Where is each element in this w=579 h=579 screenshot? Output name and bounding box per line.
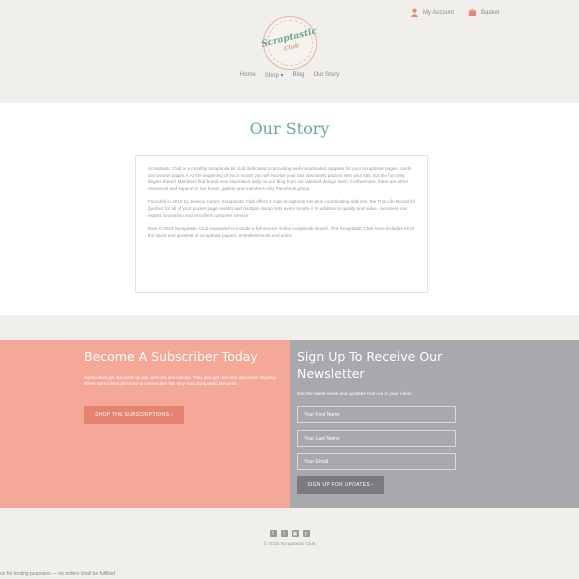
story-paragraph: Founded in 2010 by Jessica Carter, Scrap…: [148, 199, 415, 218]
my-account-label: My Account: [423, 9, 455, 16]
site-logo[interactable]: Scraptastic Club: [260, 16, 318, 70]
social-links: f t ▣ p: [0, 530, 579, 537]
pinterest-icon[interactable]: p: [302, 530, 310, 537]
basket-icon: [468, 8, 477, 17]
story-paragraph: Scraptastic Club is a monthly scrapbook …: [148, 166, 412, 191]
nav-item-blog[interactable]: Blog: [293, 72, 305, 79]
email-input[interactable]: Your Email: [297, 453, 456, 470]
store-notice: ce for testing purposes — no orders shal…: [0, 571, 116, 577]
subscribe-title: Become A Subscriber Today: [84, 349, 258, 364]
site-header: My Account Basket Scraptastic Club Home …: [0, 0, 579, 103]
basket-link[interactable]: Basket: [468, 8, 499, 17]
instagram-icon[interactable]: ▣: [291, 530, 299, 537]
main-nav: Home Shop ▾ Blog Our Story: [0, 72, 579, 79]
newsletter-description: Get the latest news and updates from us …: [297, 392, 412, 397]
nav-item-home[interactable]: Home: [240, 72, 256, 79]
newsletter-title: Sign Up To Receive Our Newsletter: [297, 349, 443, 381]
last-name-input[interactable]: Your Last Name: [297, 430, 456, 447]
sign-up-button[interactable]: SIGN UP FOR UPDATES ›: [297, 476, 384, 494]
newsletter-panel: Sign Up To Receive Our Newsletter Get th…: [290, 340, 579, 508]
facebook-icon[interactable]: f: [269, 530, 277, 537]
account-links: My Account Basket: [410, 8, 499, 17]
site-footer: f t ▣ p © 2016 Scraptastic Club ce for t…: [0, 508, 579, 579]
basket-label: Basket: [481, 9, 500, 16]
first-name-input[interactable]: Your First Name: [297, 406, 456, 423]
main-content: Our Story Scraptastic Club is a monthly …: [0, 103, 579, 315]
my-account-link[interactable]: My Account: [410, 8, 454, 17]
subscribe-description: Subscribers get discounts on kits, add-o…: [84, 375, 277, 386]
twitter-icon[interactable]: t: [280, 530, 288, 537]
nav-item-our-story[interactable]: Our Story: [314, 72, 340, 79]
story-paragraph: New in 2016 Scraptastic Club expanded to…: [148, 226, 414, 238]
copyright-text: © 2016 Scraptastic Club: [263, 542, 316, 547]
story-text-box: Scraptastic Club is a monthly scrapbook …: [135, 155, 428, 293]
page-title: Our Story: [249, 119, 330, 138]
subscribe-panel: Become A Subscriber Today Subscribers ge…: [0, 340, 290, 508]
user-icon: [410, 8, 419, 17]
nav-item-shop[interactable]: Shop ▾: [265, 72, 284, 79]
shop-subscriptions-button[interactable]: SHOP THE SUBSCRIPTIONS ›: [84, 406, 184, 424]
